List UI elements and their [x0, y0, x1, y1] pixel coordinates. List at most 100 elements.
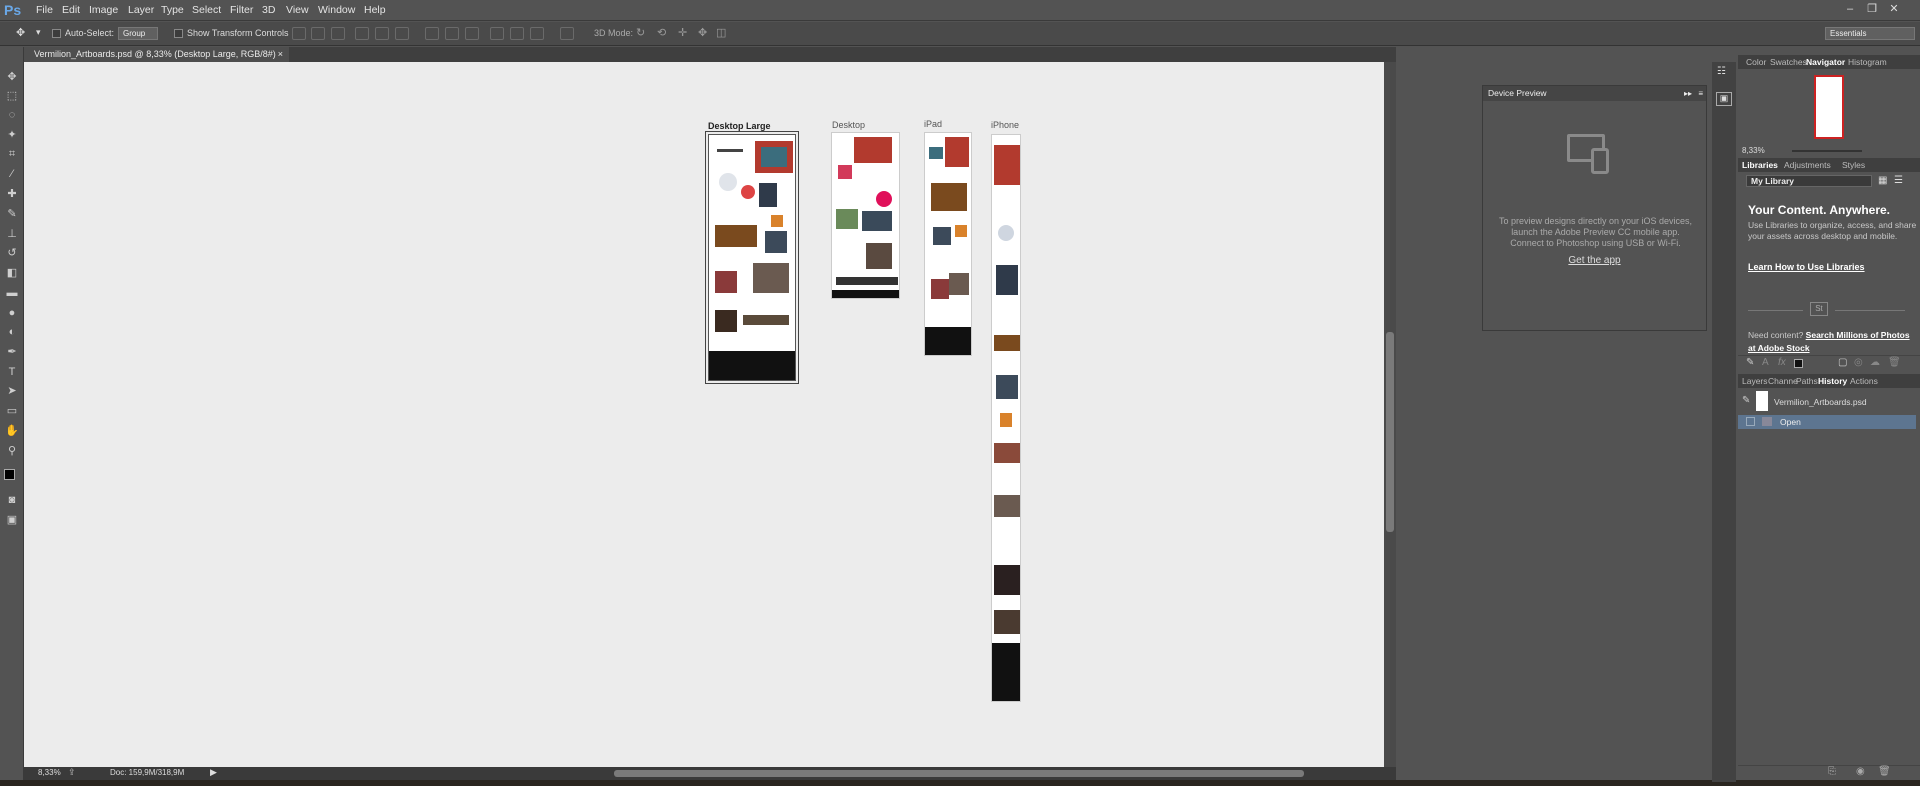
brush-tool-icon[interactable]: ✎ [5, 208, 19, 220]
artboard-label-iphone[interactable]: iPhone [991, 120, 1019, 130]
panel-options-icon[interactable]: ☷ [1717, 66, 1731, 77]
history-snapshot-row[interactable]: ✎ Vermilion_Artboards.psd [1738, 389, 1916, 413]
menu-filter[interactable]: Filter [230, 4, 253, 16]
menu-file[interactable]: File [36, 4, 53, 16]
distribute-hcenter-icon[interactable] [510, 27, 524, 40]
lasso-tool-icon[interactable]: ◌ [5, 109, 19, 121]
quick-select-tool-icon[interactable]: ✦ [5, 129, 19, 141]
tab-layers[interactable]: Layers [1742, 376, 1768, 386]
collapse-panel-icon[interactable]: ▸▸ [1684, 86, 1692, 101]
crop-tool-icon[interactable]: ⌗ [5, 148, 19, 160]
menu-edit[interactable]: Edit [62, 4, 80, 16]
library-brush-icon[interactable]: ✎ [1746, 357, 1754, 368]
3d-scale-icon[interactable]: ◫ [716, 26, 726, 39]
menu-layer[interactable]: Layer [128, 4, 154, 16]
share-icon[interactable]: ⇪ [68, 767, 76, 778]
navigator-zoom[interactable]: 8,33% [1742, 146, 1765, 155]
3d-orbit-icon[interactable]: ↻ [636, 26, 645, 39]
library-color-icon[interactable] [1794, 359, 1803, 368]
tool-preset-dropdown-icon[interactable]: ▾ [36, 27, 41, 38]
screen-mode-icon[interactable]: ▣ [5, 514, 19, 526]
history-brush-source-icon[interactable]: ✎ [1742, 395, 1750, 406]
status-menu-icon[interactable]: ▶ [210, 767, 217, 778]
align-top-icon[interactable] [292, 27, 306, 40]
zoom-tool-icon[interactable]: ⚲ [5, 445, 19, 457]
minimize-button[interactable]: – [1840, 2, 1860, 16]
distribute-bottom-icon[interactable] [465, 27, 479, 40]
navigator-zoom-slider[interactable] [1792, 150, 1862, 152]
3d-roll-icon[interactable]: ⟲ [657, 26, 666, 39]
new-document-from-state-icon[interactable]: ⎘ [1828, 766, 1836, 777]
close-window-button[interactable]: ✕ [1884, 2, 1904, 16]
shape-tool-icon[interactable]: ▭ [5, 405, 19, 417]
tab-histogram[interactable]: Histogram [1848, 57, 1887, 67]
zoom-level[interactable]: 8,33% [38, 768, 61, 777]
tab-adjustments[interactable]: Adjustments [1784, 160, 1831, 170]
auto-select-checkbox[interactable] [52, 29, 61, 38]
gradient-tool-icon[interactable]: ▬ [5, 287, 19, 299]
auto-align-icon[interactable] [560, 27, 574, 40]
tab-navigator[interactable]: Navigator [1806, 57, 1845, 67]
delete-state-icon[interactable]: 🗑 [1878, 766, 1891, 777]
marquee-tool-icon[interactable]: ⬚ [5, 90, 19, 102]
hand-tool-icon[interactable]: ✋ [5, 425, 19, 437]
workspace-dropdown[interactable]: Essentials [1825, 27, 1915, 40]
library-sync-icon[interactable]: ◎ [1854, 357, 1863, 368]
artboard-iphone[interactable] [991, 134, 1021, 702]
vertical-scroll-thumb[interactable] [1386, 332, 1394, 532]
healing-brush-tool-icon[interactable]: ✚ [5, 188, 19, 200]
history-state-row[interactable]: Open [1738, 415, 1916, 429]
document-tab[interactable]: Vermilion_Artboards.psd @ 8,33% (Desktop… [24, 47, 289, 62]
library-select[interactable]: My Library [1746, 175, 1872, 187]
tab-styles[interactable]: Styles [1842, 160, 1865, 170]
distribute-top-icon[interactable] [425, 27, 439, 40]
library-trash-icon[interactable]: 🗑 [1888, 357, 1901, 368]
navigator-thumbnail[interactable] [1814, 75, 1844, 139]
history-state-checkbox[interactable] [1746, 417, 1755, 426]
type-tool-icon[interactable]: T [5, 366, 19, 378]
artboard-desktop[interactable] [831, 132, 900, 299]
menu-image[interactable]: Image [89, 4, 118, 16]
menu-select[interactable]: Select [192, 4, 221, 16]
tab-swatches[interactable]: Swatches [1770, 57, 1807, 67]
move-tool-icon[interactable]: ✥ [16, 26, 25, 39]
artboard-ipad[interactable] [924, 132, 972, 356]
tab-libraries[interactable]: Libraries [1742, 160, 1778, 170]
artboard-label-desktop[interactable]: Desktop [832, 120, 865, 130]
move-tool-icon[interactable]: ✥ [5, 71, 19, 83]
3d-pan-icon[interactable]: ✛ [678, 26, 687, 39]
menu-3d[interactable]: 3D [262, 4, 275, 16]
artboard-label-desktop-large[interactable]: Desktop Large [708, 121, 771, 131]
restore-button[interactable]: ❐ [1862, 2, 1882, 16]
menu-view[interactable]: View [286, 4, 309, 16]
new-snapshot-icon[interactable]: ◉ [1856, 766, 1865, 777]
align-bottom-icon[interactable] [331, 27, 345, 40]
library-cloud-icon[interactable]: ☁ [1870, 357, 1880, 368]
path-select-tool-icon[interactable]: ➤ [5, 385, 19, 397]
tab-actions[interactable]: Actions [1850, 376, 1878, 386]
dodge-tool-icon[interactable]: ◐ [5, 326, 19, 338]
show-transform-checkbox[interactable] [174, 29, 183, 38]
tab-channels[interactable]: Channe [1768, 376, 1798, 386]
vertical-scrollbar[interactable] [1384, 62, 1396, 767]
artboard-desktop-large[interactable] [708, 134, 796, 381]
auto-select-dropdown[interactable]: Group [118, 27, 158, 40]
history-brush-tool-icon[interactable]: ↺ [5, 247, 19, 259]
eraser-tool-icon[interactable]: ◧ [5, 267, 19, 279]
distribute-left-icon[interactable] [490, 27, 504, 40]
horizontal-scroll-thumb[interactable] [614, 770, 1304, 777]
blur-tool-icon[interactable]: ● [5, 307, 19, 319]
menu-help[interactable]: Help [364, 4, 386, 16]
close-tab-icon[interactable]: × [278, 47, 283, 62]
grid-view-icon[interactable]: ▦ [1878, 175, 1890, 187]
library-stock-icon[interactable]: ▢ [1838, 357, 1847, 368]
doc-info[interactable]: Doc: 159,9M/318,9M [110, 768, 184, 777]
3d-slide-icon[interactable]: ✥ [698, 26, 707, 39]
list-view-icon[interactable]: ☰ [1894, 175, 1906, 187]
tab-paths[interactable]: Paths [1796, 376, 1818, 386]
library-text-icon[interactable]: A [1762, 357, 1769, 368]
align-vcenter-icon[interactable] [311, 27, 325, 40]
menu-type[interactable]: Type [161, 4, 184, 16]
distribute-right-icon[interactable] [530, 27, 544, 40]
eyedropper-tool-icon[interactable]: ⁄ [5, 168, 19, 180]
